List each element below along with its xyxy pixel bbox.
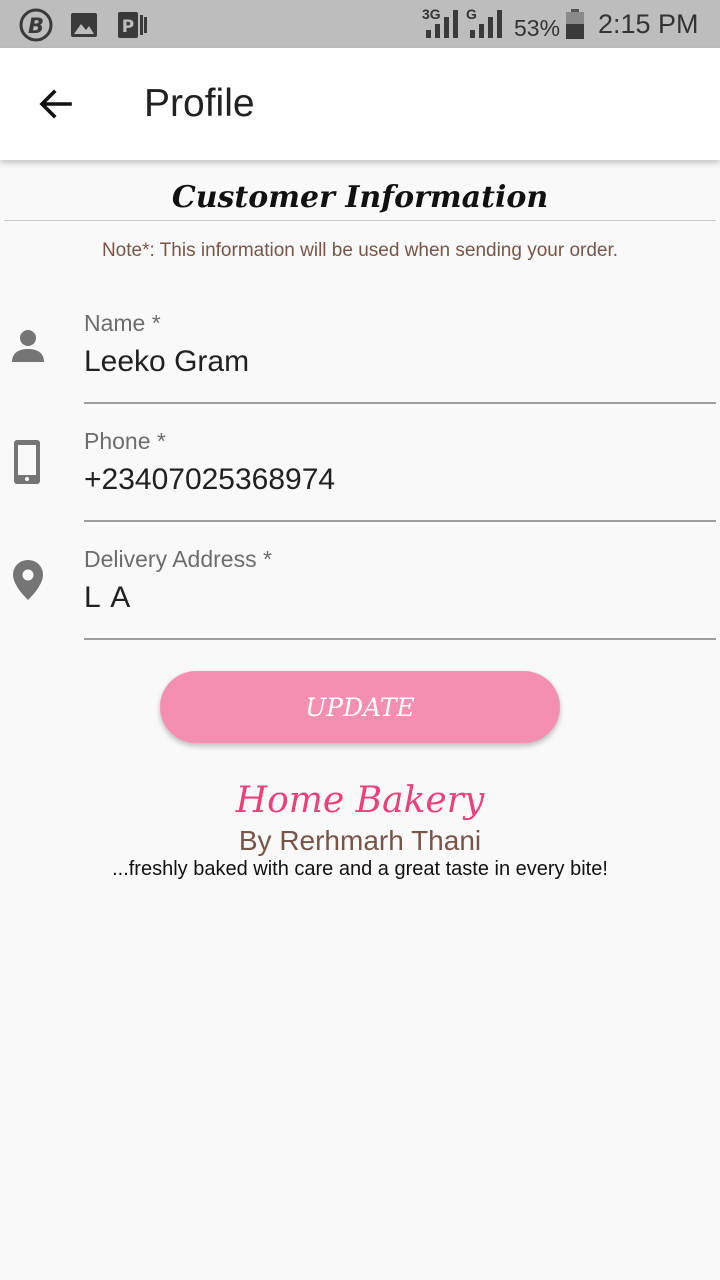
address-field: Delivery Address *	[0, 546, 720, 664]
svg-text:B: B	[28, 14, 44, 38]
app-bar: Profile	[0, 48, 720, 160]
name-underline	[84, 402, 716, 404]
location-pin-icon	[8, 558, 48, 600]
brand-name: Home Bakery	[235, 780, 485, 821]
person-icon	[8, 326, 48, 366]
p-app-icon: P	[116, 8, 148, 47]
phone-underline	[84, 520, 716, 522]
info-note: Note*: This information will be used whe…	[101, 240, 619, 261]
name-input[interactable]	[84, 344, 704, 380]
battery-percent: 53%	[514, 15, 561, 41]
section-title: Customer Information	[171, 180, 549, 215]
page-title: Profile	[144, 82, 255, 125]
name-label: Name *	[84, 310, 161, 336]
signal-icon	[468, 8, 506, 45]
status-time: 2:15 PM	[598, 9, 699, 39]
section-divider	[4, 220, 716, 221]
phone-label: Phone *	[84, 428, 166, 454]
phone-field: Phone *	[0, 428, 720, 546]
app-b-icon: B	[18, 8, 54, 47]
back-button[interactable]	[28, 76, 84, 132]
arrow-back-icon	[28, 89, 84, 136]
status-bar: B P 3G G 53% 2:15 PM	[0, 0, 720, 48]
address-input[interactable]	[84, 580, 704, 616]
signal-icon	[424, 8, 462, 45]
address-underline	[84, 638, 716, 640]
battery-icon	[564, 8, 586, 45]
image-icon	[70, 8, 98, 47]
svg-text:P: P	[122, 17, 134, 37]
update-button[interactable]: UPDATE	[160, 671, 560, 743]
phone-icon	[8, 438, 48, 484]
phone-input[interactable]	[84, 462, 704, 498]
name-field: Name *	[0, 310, 720, 428]
brand-tagline: ...freshly baked with care and a great t…	[112, 858, 608, 880]
brand-byline: By Rerhmarh Thani	[238, 825, 482, 856]
address-label: Delivery Address *	[84, 546, 272, 572]
